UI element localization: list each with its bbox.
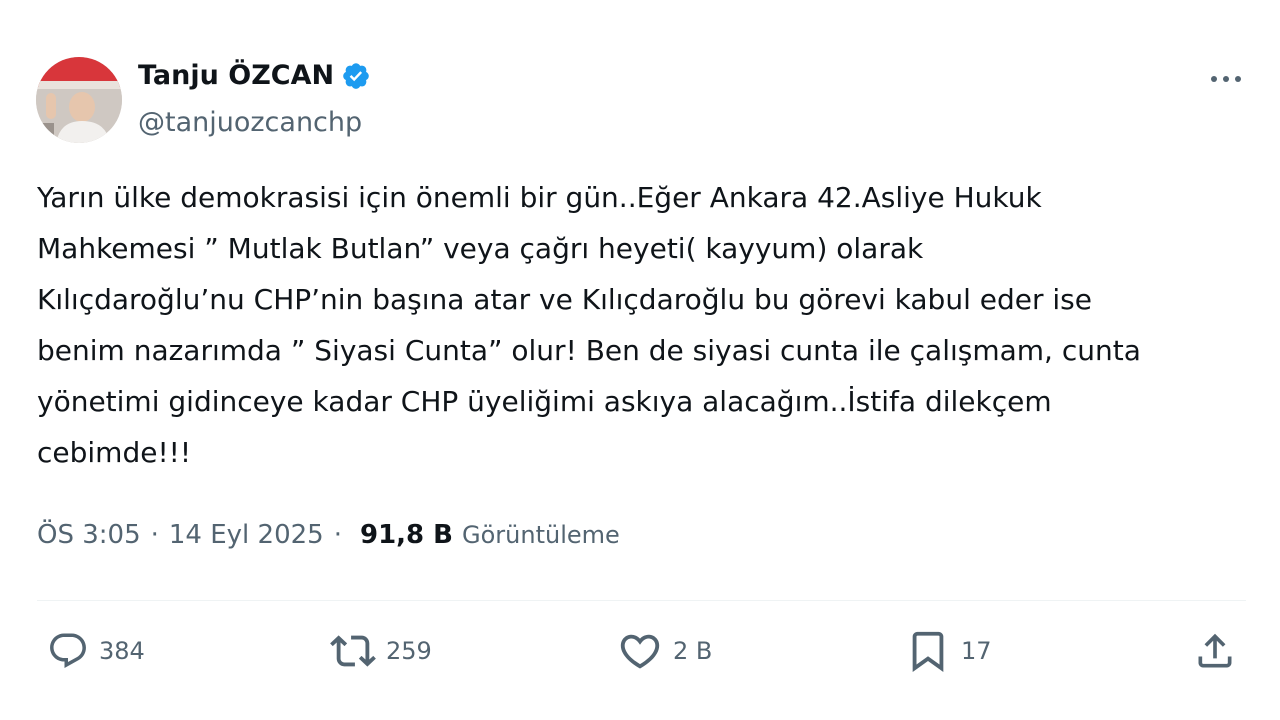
author-handle[interactable]: @tanjuozcanchp [138, 107, 362, 138]
tweet-page: Tanju ÖZCAN @tanjuozcanchp Yarın ülke de… [0, 0, 1280, 720]
tweet-meta: ÖS 3:05 · 14 Eyl 2025 · 91,8 B Görüntüle… [37, 520, 620, 550]
tweet-text-line: Kılıçdaroğlu’nu CHP’nin başına atar ve K… [37, 283, 1092, 316]
verified-badge-icon[interactable] [341, 61, 371, 91]
tweet-date[interactable]: 14 Eyl 2025 [169, 520, 324, 550]
view-label: Görüntüleme [462, 521, 620, 549]
divider [37, 600, 1246, 601]
like-button[interactable]: 2 B [617, 625, 712, 677]
bookmark-button[interactable]: 17 [905, 625, 992, 677]
author-display-name[interactable]: Tanju ÖZCAN [138, 60, 334, 91]
more-dots-icon [1211, 76, 1241, 82]
more-options-button[interactable] [1204, 64, 1248, 94]
view-count[interactable]: 91,8 B [360, 520, 453, 550]
tweet-text-line: cebimde!!! [37, 436, 192, 469]
repost-button[interactable]: 259 [330, 625, 432, 677]
meta-separator: · [150, 520, 159, 550]
author-name-row: Tanju ÖZCAN [138, 60, 371, 91]
tweet-text-line: yönetimi gidinceye kadar CHP üyeliğimi a… [37, 385, 1052, 418]
avatar-photo [36, 57, 122, 143]
tweet-text-line: Yarın ülke demokrasisi için önemli bir g… [37, 181, 1042, 214]
tweet-text: Yarın ülke demokrasisi için önemli bir g… [37, 172, 1252, 478]
tweet-text-line: benim nazarımda ” Siyasi Cunta” olur! Be… [37, 334, 1141, 367]
reply-icon [50, 633, 86, 668]
tweet-text-line: Mahkemesi ” Mutlak Butlan” veya çağrı he… [37, 232, 924, 265]
share-button[interactable] [1193, 625, 1237, 677]
share-icon [1198, 633, 1232, 668]
tweet-time[interactable]: ÖS 3:05 [37, 520, 141, 550]
like-count: 2 B [673, 637, 713, 665]
avatar[interactable] [36, 57, 122, 143]
reply-count: 384 [99, 637, 145, 665]
meta-separator: · [333, 520, 342, 550]
repost-icon [330, 635, 376, 667]
heart-icon [620, 634, 660, 669]
bookmark-count: 17 [961, 637, 992, 665]
repost-count: 259 [386, 637, 432, 665]
bookmark-icon [912, 631, 944, 672]
action-bar: 384 259 2 B 17 [37, 625, 1246, 677]
reply-button[interactable]: 384 [47, 625, 145, 677]
